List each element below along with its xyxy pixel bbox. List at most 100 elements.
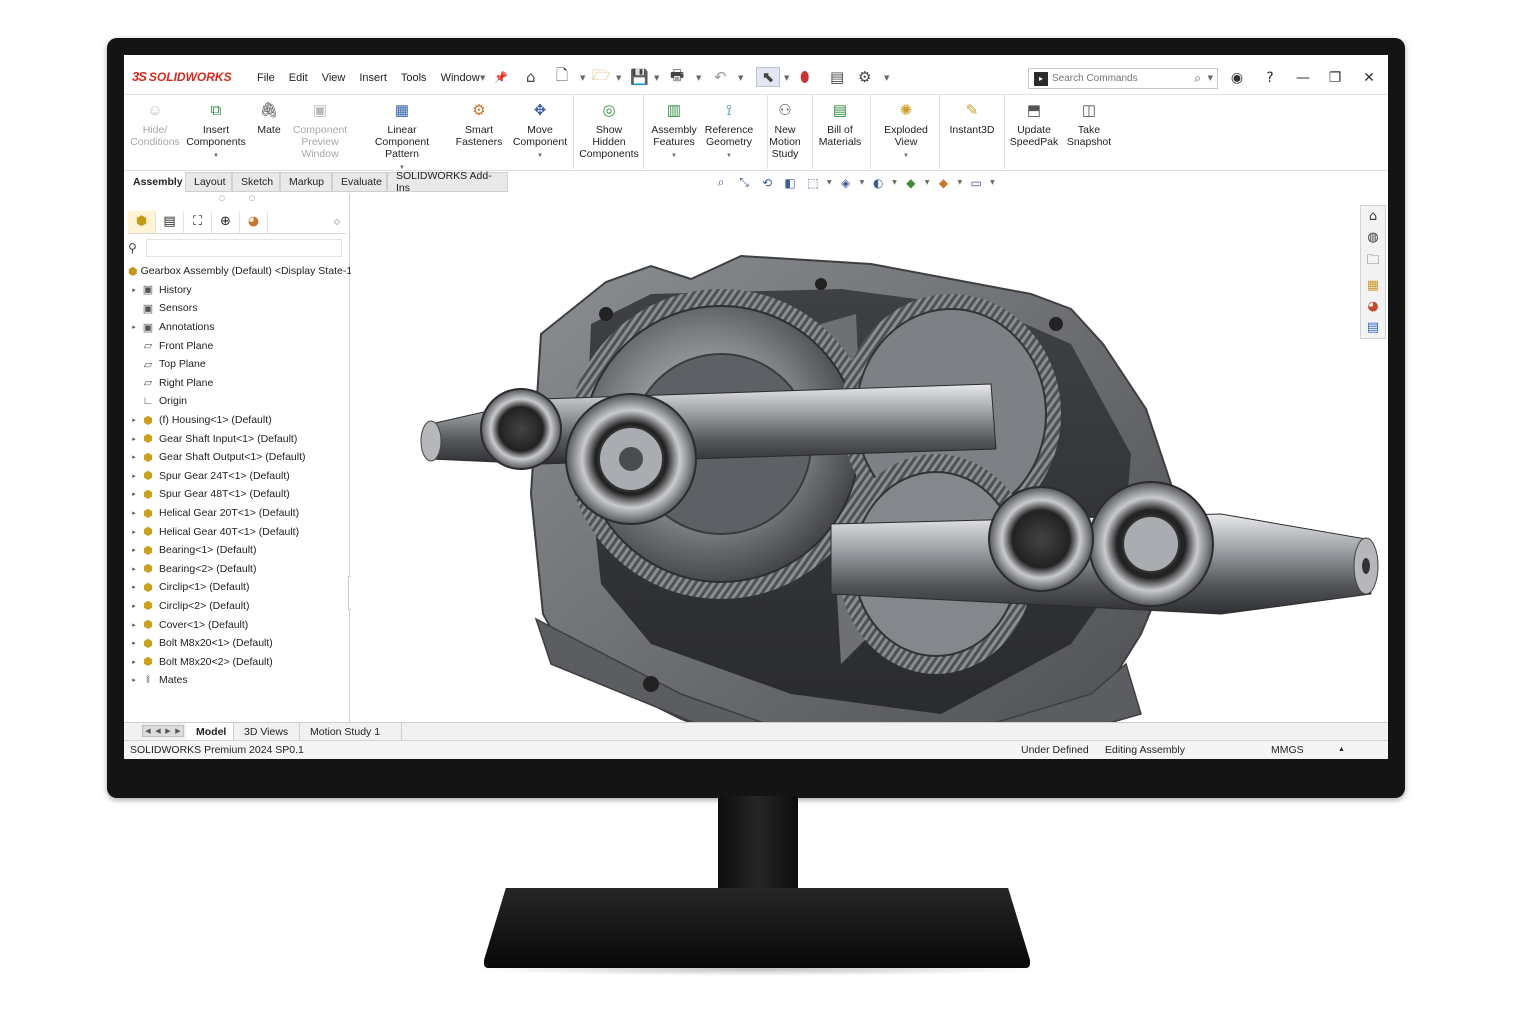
tab-evaluate[interactable]: Evaluate (332, 172, 387, 192)
search-commands[interactable]: ▸ ⌕ ▼ (1028, 68, 1218, 89)
tree-item[interactable]: ▱ Front Plane (128, 336, 350, 355)
display-manager-tab-icon[interactable]: ◕ (240, 210, 268, 233)
save-caret-icon[interactable]: ▼ (654, 74, 659, 82)
expand-arrow-icon[interactable]: ▸ (128, 565, 140, 573)
tab-sketch[interactable]: Sketch (232, 172, 280, 192)
expand-arrow-icon[interactable]: ▸ (128, 472, 140, 480)
panel-resize-handle[interactable]: ○ ○ (124, 194, 350, 206)
dropdown-caret-icon[interactable]: ▼ (726, 150, 732, 162)
display-style-caret-icon[interactable]: ▼ (860, 179, 865, 186)
tree-item[interactable]: ▸ ⬢ Spur Gear 48T<1> (Default) (128, 485, 350, 504)
expand-arrow-icon[interactable]: ▸ (128, 602, 140, 610)
options-caret-icon[interactable]: ▼ (884, 74, 889, 82)
select-caret-icon[interactable]: ▼ (784, 74, 789, 82)
previous-view-icon[interactable]: ⟲ (758, 176, 776, 190)
solidworks-logo[interactable]: 3S SOLIDWORKS (132, 69, 232, 84)
tab-markup[interactable]: Markup (280, 172, 332, 192)
view-orientation-caret-icon[interactable]: ▼ (827, 179, 832, 186)
select-cursor-icon[interactable]: ⬉ (756, 67, 780, 87)
expand-arrow-icon[interactable]: ▸ (128, 435, 140, 443)
expand-arrow-icon[interactable]: ▸ (128, 583, 140, 591)
menu-window[interactable]: Window (434, 72, 487, 84)
dropdown-caret-icon[interactable]: ▼ (537, 150, 543, 162)
undo-caret-icon[interactable]: ▼ (738, 74, 743, 82)
expand-arrow-icon[interactable]: ▸ (128, 509, 140, 517)
help-icon[interactable]: ? (1259, 67, 1281, 89)
scene-caret-icon[interactable]: ▼ (958, 179, 963, 186)
print-icon[interactable]: 🖶 (670, 66, 684, 87)
filter-icon[interactable]: ⚲ (128, 241, 146, 255)
tab-layout[interactable]: Layout (185, 172, 232, 192)
appearance-caret-icon[interactable]: ▼ (925, 179, 930, 186)
expand-arrow-icon[interactable]: ▸ (128, 676, 140, 684)
menu-insert[interactable]: Insert (352, 72, 394, 84)
tab-assembly[interactable]: Assembly (124, 172, 185, 192)
options-gear-icon[interactable]: ⚙ (858, 67, 871, 87)
tree-item[interactable]: ▸ ⬢ Gear Shaft Output<1> (Default) (128, 448, 350, 467)
tab-addins[interactable]: SOLIDWORKS Add-Ins (387, 170, 508, 194)
graphics-area[interactable]: Y X Z (351, 194, 1388, 722)
zoom-area-icon[interactable]: ⤡ (735, 175, 753, 190)
tree-item[interactable]: ▸ ⬢ Helical Gear 20T<1> (Default) (128, 504, 350, 523)
expand-arrow-icon[interactable]: ▸ (128, 490, 140, 498)
new-caret-icon[interactable]: ▼ (580, 74, 585, 82)
tree-item[interactable]: ▸ ⧛ Mates (128, 671, 350, 690)
display-style-icon[interactable]: ◈ (837, 176, 855, 190)
appearance-icon[interactable]: ◆ (902, 176, 920, 190)
tree-item[interactable]: ▸ ⬢ (f) Housing<1> (Default) (128, 411, 350, 430)
tree-item[interactable]: ▱ Right Plane (128, 374, 350, 393)
save-icon[interactable]: 💾 (630, 67, 649, 87)
expand-arrow-icon[interactable]: ▸ (128, 621, 140, 629)
view-settings-caret-icon[interactable]: ▼ (990, 179, 995, 186)
property-manager-tab-icon[interactable]: ▤ (156, 210, 184, 233)
tree-item[interactable]: ▸ ⬢ Bearing<2> (Default) (128, 560, 350, 579)
pin-icon[interactable]: 📌 (494, 67, 508, 87)
resources-home-icon[interactable]: ⌂ (1369, 209, 1377, 224)
tree-item[interactable]: ▸ ▣ History (128, 281, 350, 300)
scene-icon[interactable]: ◆ (935, 176, 953, 190)
command-move-button[interactable]: ✥ Move Component ▼ (500, 101, 580, 162)
expand-arrow-icon[interactable]: ▸ (128, 453, 140, 461)
tab-model[interactable]: Model (186, 723, 234, 740)
view-palette-icon[interactable]: ▦ (1367, 278, 1379, 293)
tab-motion-study[interactable]: Motion Study 1 (300, 723, 402, 740)
rebuild-icon[interactable]: ⬮ (800, 67, 809, 87)
expand-arrow-icon[interactable]: ▸ (128, 286, 140, 294)
open-folder-icon[interactable]: 🗁 (592, 66, 611, 87)
tree-item[interactable]: ⬢ Gearbox Assembly (Default) <Display Sta… (128, 262, 358, 281)
tree-item[interactable]: ▱ Top Plane (128, 355, 350, 374)
command-preview-window-button[interactable]: ▣ Component Preview Window (280, 101, 360, 160)
menu-view[interactable]: View (315, 72, 353, 84)
command-pattern-button[interactable]: ▦ Linear Component Pattern ▼ (362, 101, 442, 174)
dropdown-caret-icon[interactable]: ▼ (903, 150, 909, 162)
view-orientation-icon[interactable]: ⬚ (804, 176, 822, 190)
appearances-icon[interactable]: ◕ (1367, 299, 1378, 314)
filter-input[interactable] (146, 239, 342, 257)
tab-scroll-arrows[interactable]: ◀ ◀ ▶ ▶ (142, 725, 184, 737)
tree-item[interactable]: ∟ Origin (128, 392, 350, 411)
expand-arrow-icon[interactable]: ▸ (128, 528, 140, 536)
menu-caret-icon[interactable]: ▼ (480, 74, 485, 82)
expand-arrow-icon[interactable]: ▸ (128, 546, 140, 554)
tree-item[interactable]: ▸ ⬢ Bearing<1> (Default) (128, 541, 350, 560)
expand-arrow-icon[interactable]: ▸ (128, 639, 140, 647)
new-document-icon[interactable]: 🗋 (556, 66, 568, 87)
expand-arrow-icon[interactable]: ▸ (128, 323, 140, 331)
tree-item[interactable]: ▸ ⬢ Helical Gear 40T<1> (Default) (128, 522, 350, 541)
menu-edit[interactable]: Edit (282, 72, 315, 84)
status-units[interactable]: MMGS (1271, 744, 1304, 756)
menu-file[interactable]: File (250, 72, 282, 84)
tree-item[interactable]: ▸ ⬢ Bolt M8x20<2> (Default) (128, 652, 350, 671)
expand-arrow-icon[interactable]: ▸ (128, 416, 140, 424)
file-explorer-icon[interactable]: 🗀 (1366, 251, 1379, 273)
command-snapshot-button[interactable]: ◫ Take Snapshot (1049, 101, 1129, 148)
close-icon[interactable]: ✕ (1358, 67, 1380, 89)
undo-icon[interactable]: ↶ (714, 67, 727, 87)
minimize-icon[interactable]: — (1292, 67, 1314, 89)
account-icon[interactable]: ◉ (1226, 67, 1248, 89)
gearbox-model-render[interactable] (351, 194, 1388, 722)
expand-arrow-icon[interactable]: ▸ (128, 658, 140, 666)
search-scope-icon[interactable]: ▸ (1034, 71, 1048, 86)
menu-tools[interactable]: Tools (394, 72, 434, 84)
feature-tree-tab-icon[interactable]: ⬢ (128, 210, 156, 233)
